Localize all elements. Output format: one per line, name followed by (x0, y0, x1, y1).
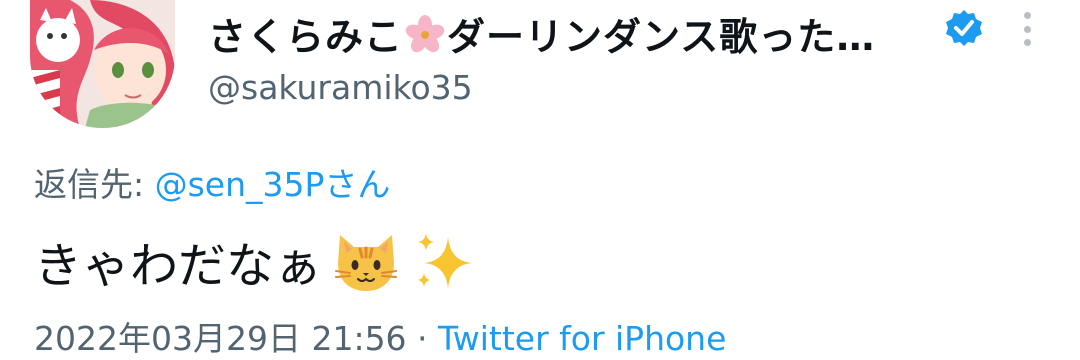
tweet-meta: 2022年03月29日 21:56 · Twitter for iPhone (34, 312, 726, 360)
more-options-icon[interactable] (1012, 8, 1042, 50)
tweet-text: きゃわだなぁ (34, 226, 478, 296)
meta-separator: · (406, 319, 439, 358)
tweet-text-content: きゃわだなぁ (34, 238, 323, 294)
reply-to-line: 返信先: @sen_35Pさん (34, 158, 390, 206)
display-name-rest: ダーリンダンス歌った… (447, 15, 876, 59)
cat-face-icon (332, 227, 400, 295)
avatar[interactable] (30, 0, 175, 128)
cherry-blossom-icon (405, 14, 445, 54)
more-dot (1023, 25, 1031, 33)
reply-prefix: 返信先: (34, 165, 155, 204)
display-name-text: さくらみこ (208, 15, 404, 59)
more-dot (1023, 12, 1031, 19)
avatar-image (30, 0, 175, 128)
tweet-source-link[interactable]: Twitter for iPhone (438, 319, 726, 358)
more-dot (1023, 39, 1031, 46)
display-name[interactable]: さくらみこ ダーリンダンス歌った… (208, 6, 875, 61)
tweet-timestamp[interactable]: 2022年03月29日 21:56 (34, 319, 407, 358)
sparkles-icon (410, 227, 478, 295)
verified-badge-icon (944, 8, 984, 48)
reply-mention-link[interactable]: @sen_35Pさん (155, 165, 391, 204)
user-handle[interactable]: @sakuramiko35 (208, 68, 473, 107)
